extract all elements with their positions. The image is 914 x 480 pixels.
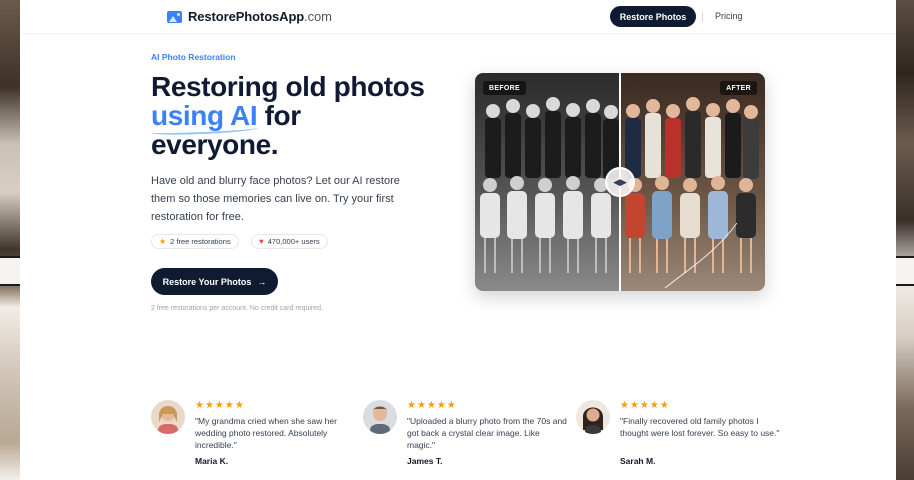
avatar xyxy=(151,400,185,434)
before-label: BEFORE xyxy=(483,81,526,95)
headline-accent: using AI xyxy=(151,100,258,131)
free-restorations-badge: ★ 2 free restorations xyxy=(151,234,239,249)
testimonial-author: James T. xyxy=(407,456,443,466)
hero-description: Have old and blurry face photos? Let our… xyxy=(151,175,400,223)
logo-text: RestorePhotosApp.com xyxy=(188,9,332,24)
logo-name: RestorePhotosApp xyxy=(188,9,305,24)
avatar xyxy=(363,400,397,434)
photo-icon xyxy=(167,10,182,23)
star-icon: ★ xyxy=(159,237,167,246)
rating-stars: ★★★★★ xyxy=(195,400,245,411)
restore-photos-nav-button[interactable]: Restore Photos xyxy=(610,6,696,27)
testimonial-author: Maria K. xyxy=(195,456,229,466)
arrow-right-icon: → xyxy=(257,276,267,287)
hero-headline: Restoring old photos using AI for everyo… xyxy=(151,72,451,159)
logo[interactable]: RestorePhotosApp.com xyxy=(167,9,332,24)
testimonial-quote: "Uploaded a blurry photo from the 70s an… xyxy=(407,416,567,450)
free-restorations-text: 2 free restorations xyxy=(170,237,231,246)
after-label: AFTER xyxy=(720,81,757,95)
compare-arrows-icon[interactable]: ◀▶ xyxy=(605,167,635,197)
testimonial-author: Sarah M. xyxy=(620,456,656,466)
heart-icon: ♥ xyxy=(259,237,264,246)
users-badge: ♥ 470,000+ users xyxy=(251,234,328,249)
cta-label: Restore Your Photos xyxy=(162,276,252,287)
pricing-link[interactable]: Pricing xyxy=(715,11,743,21)
header: RestorePhotosApp.com Restore Photos Pric… xyxy=(20,0,896,34)
before-after-comparison[interactable]: BEFORE AFTER ◀▶ xyxy=(475,73,765,291)
background-photo-strip-left xyxy=(0,0,20,480)
testimonial-quote: "Finally recovered old family photos I t… xyxy=(620,416,780,438)
avatar xyxy=(576,400,610,434)
logo-domain: .com xyxy=(304,9,332,24)
nav-divider xyxy=(702,12,703,22)
page: RestorePhotosApp.com Restore Photos Pric… xyxy=(20,0,896,480)
rating-stars: ★★★★★ xyxy=(620,400,670,411)
background-photo-strip-right xyxy=(896,0,914,480)
headline-line1: Restoring old photos xyxy=(151,71,425,102)
fineprint: 2 free restorations per account. No cred… xyxy=(151,305,323,312)
headline-line2-rest: for xyxy=(257,100,302,131)
testimonial-quote: "My grandma cried when she saw her weddi… xyxy=(195,416,337,450)
restore-your-photos-button[interactable]: Restore Your Photos → xyxy=(151,268,278,295)
hero-eyebrow: AI Photo Restoration xyxy=(151,52,236,62)
rating-stars: ★★★★★ xyxy=(407,400,457,411)
handle-glyph: ◀▶ xyxy=(613,176,627,187)
users-text: 470,000+ users xyxy=(267,237,320,246)
